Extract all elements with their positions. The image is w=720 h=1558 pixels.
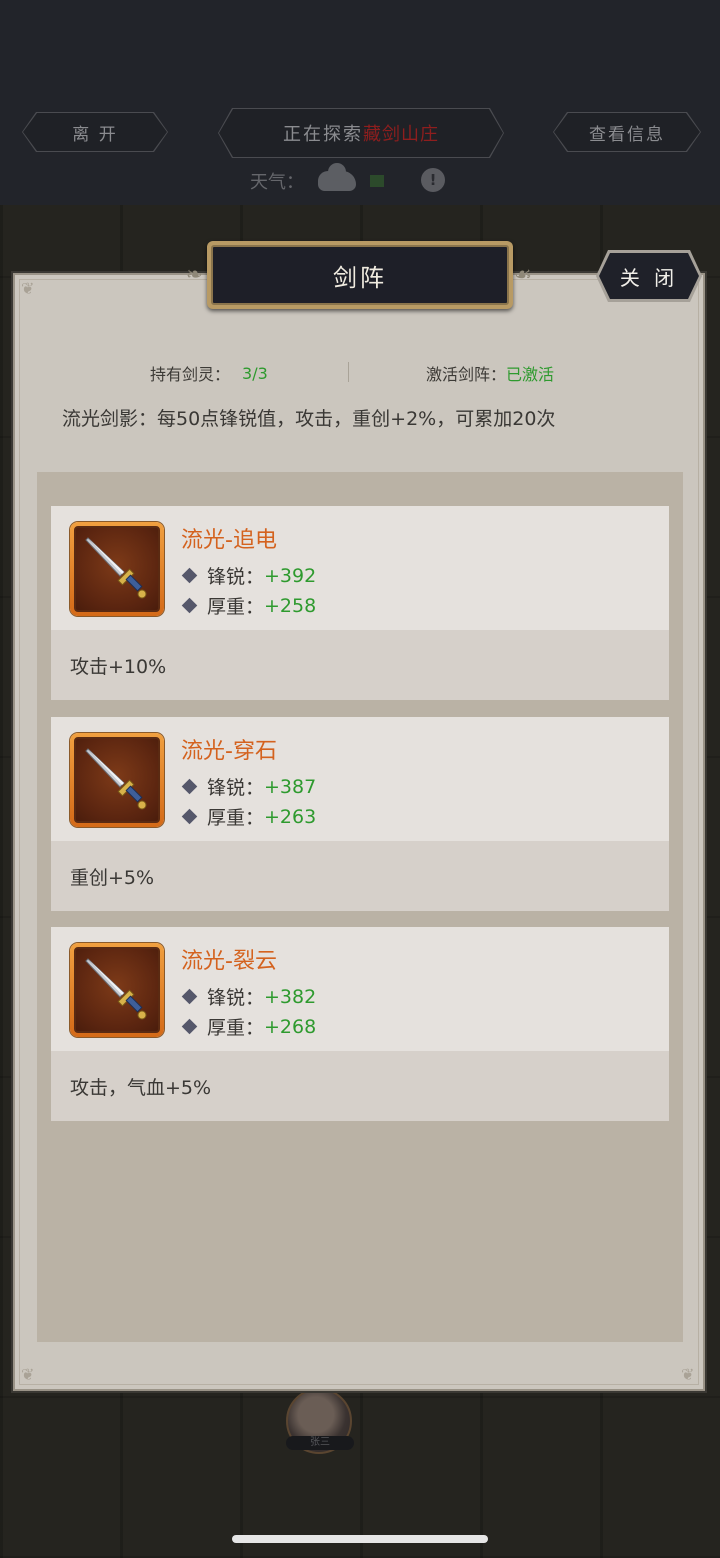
heaviness-value: +258 [264, 594, 317, 617]
sword-effect: 重创+5% [70, 867, 155, 889]
sharpness-stat: 锋锐： +382 [181, 983, 316, 1010]
activation-label: 激活剑阵： [426, 365, 507, 384]
diamond-bullet-icon [181, 567, 198, 584]
corner-ornament-icon: ❦ [21, 1365, 35, 1384]
cloud-icon [318, 163, 356, 191]
heaviness-value: +263 [264, 805, 317, 828]
view-info-button[interactable]: 查看信息 [553, 112, 701, 152]
dialog-title-plate: 剑阵 [207, 241, 513, 309]
corner-ornament-icon: ❦ [21, 279, 35, 298]
view-info-label: 查看信息 [554, 113, 700, 151]
home-indicator[interactable] [232, 1535, 488, 1543]
sword-card-header: 流光-穿石 锋锐： +387 厚重： +263 [51, 717, 669, 841]
heaviness-stat: 厚重： +263 [181, 803, 316, 830]
stats-divider [348, 362, 349, 382]
sharpness-label: 锋锐： [207, 987, 265, 1009]
exploring-location-banner: 正在探索 藏剑山庄 [218, 108, 504, 158]
sharpness-value: +387 [264, 775, 317, 798]
sharpness-stat: 锋锐： +387 [181, 773, 316, 800]
sword-icon [85, 958, 147, 1020]
sword-icon-frame[interactable] [70, 733, 164, 827]
sharpness-label: 锋锐： [207, 777, 265, 799]
activation-value: 已激活 [506, 365, 555, 384]
weather-indicator: 天气： [250, 163, 384, 196]
diamond-bullet-icon [181, 1018, 198, 1035]
sharpness-label: 锋锐： [207, 566, 265, 588]
sword-name: 流光-穿石 [181, 739, 277, 764]
diamond-bullet-icon [181, 778, 198, 795]
held-spirits: 持有剑灵： 3/3 [150, 362, 268, 385]
title-ornament-right-icon: ☙ [514, 262, 532, 286]
heaviness-stat: 厚重： +268 [181, 1013, 316, 1040]
weather-label: 天气： [250, 172, 304, 193]
sword-icon [85, 537, 147, 599]
diamond-bullet-icon [181, 988, 198, 1005]
sword-name: 流光-裂云 [181, 949, 277, 974]
heaviness-label: 厚重： [207, 1017, 265, 1039]
sword-card[interactable]: 流光-裂云 锋锐： +382 厚重： +268 攻击，气血+5% [51, 927, 669, 1121]
exploring-prefix: 正在探索 [283, 124, 363, 145]
sword-card-header: 流光-追电 锋锐： +392 厚重： +258 [51, 506, 669, 630]
held-spirits-value: 3/3 [242, 363, 268, 383]
heaviness-value: +268 [264, 1015, 317, 1038]
title-ornament-left-icon: ❧ [186, 262, 203, 286]
info-icon[interactable]: ! [421, 168, 445, 192]
leave-button-label: 离 开 [23, 113, 167, 151]
sword-effect: 攻击+10% [70, 656, 167, 678]
sword-card-header: 流光-裂云 锋锐： +382 厚重： +268 [51, 927, 669, 1051]
location-name: 藏剑山庄 [363, 124, 439, 145]
sword-icon-frame[interactable] [70, 522, 164, 616]
sharpness-stat: 锋锐： +392 [181, 562, 316, 589]
sword-icon [85, 748, 147, 810]
diamond-bullet-icon [181, 597, 198, 614]
close-button[interactable]: 关 闭 [596, 250, 702, 302]
sword-icon-frame[interactable] [70, 943, 164, 1037]
held-spirits-label: 持有剑灵： [150, 365, 231, 384]
sword-effect: 攻击，气血+5% [70, 1077, 212, 1099]
sharpness-value: +392 [264, 564, 317, 587]
sword-name: 流光-追电 [181, 528, 277, 553]
array-bonus-text: 流光剑影：每50点锋锐值，攻击，重创+2%，可累加20次 [62, 408, 556, 430]
weather-level-icon [370, 175, 384, 187]
corner-ornament-icon: ❦ [681, 1365, 695, 1384]
close-button-label: 关 闭 [599, 253, 699, 299]
sword-card[interactable]: 流光-穿石 锋锐： +387 厚重： +263 重创+5% [51, 717, 669, 911]
diamond-bullet-icon [181, 808, 198, 825]
npc-name: 张三 [286, 1436, 354, 1450]
heaviness-label: 厚重： [207, 596, 265, 618]
dialog-title: 剑阵 [211, 245, 509, 305]
heaviness-label: 厚重： [207, 807, 265, 829]
heaviness-stat: 厚重： +258 [181, 592, 316, 619]
sword-card[interactable]: 流光-追电 锋锐： +392 厚重： +258 攻击+10% [51, 506, 669, 700]
leave-button[interactable]: 离 开 [22, 112, 168, 152]
activation-status: 激活剑阵： 已激活 [426, 362, 554, 384]
sharpness-value: +382 [264, 985, 317, 1008]
